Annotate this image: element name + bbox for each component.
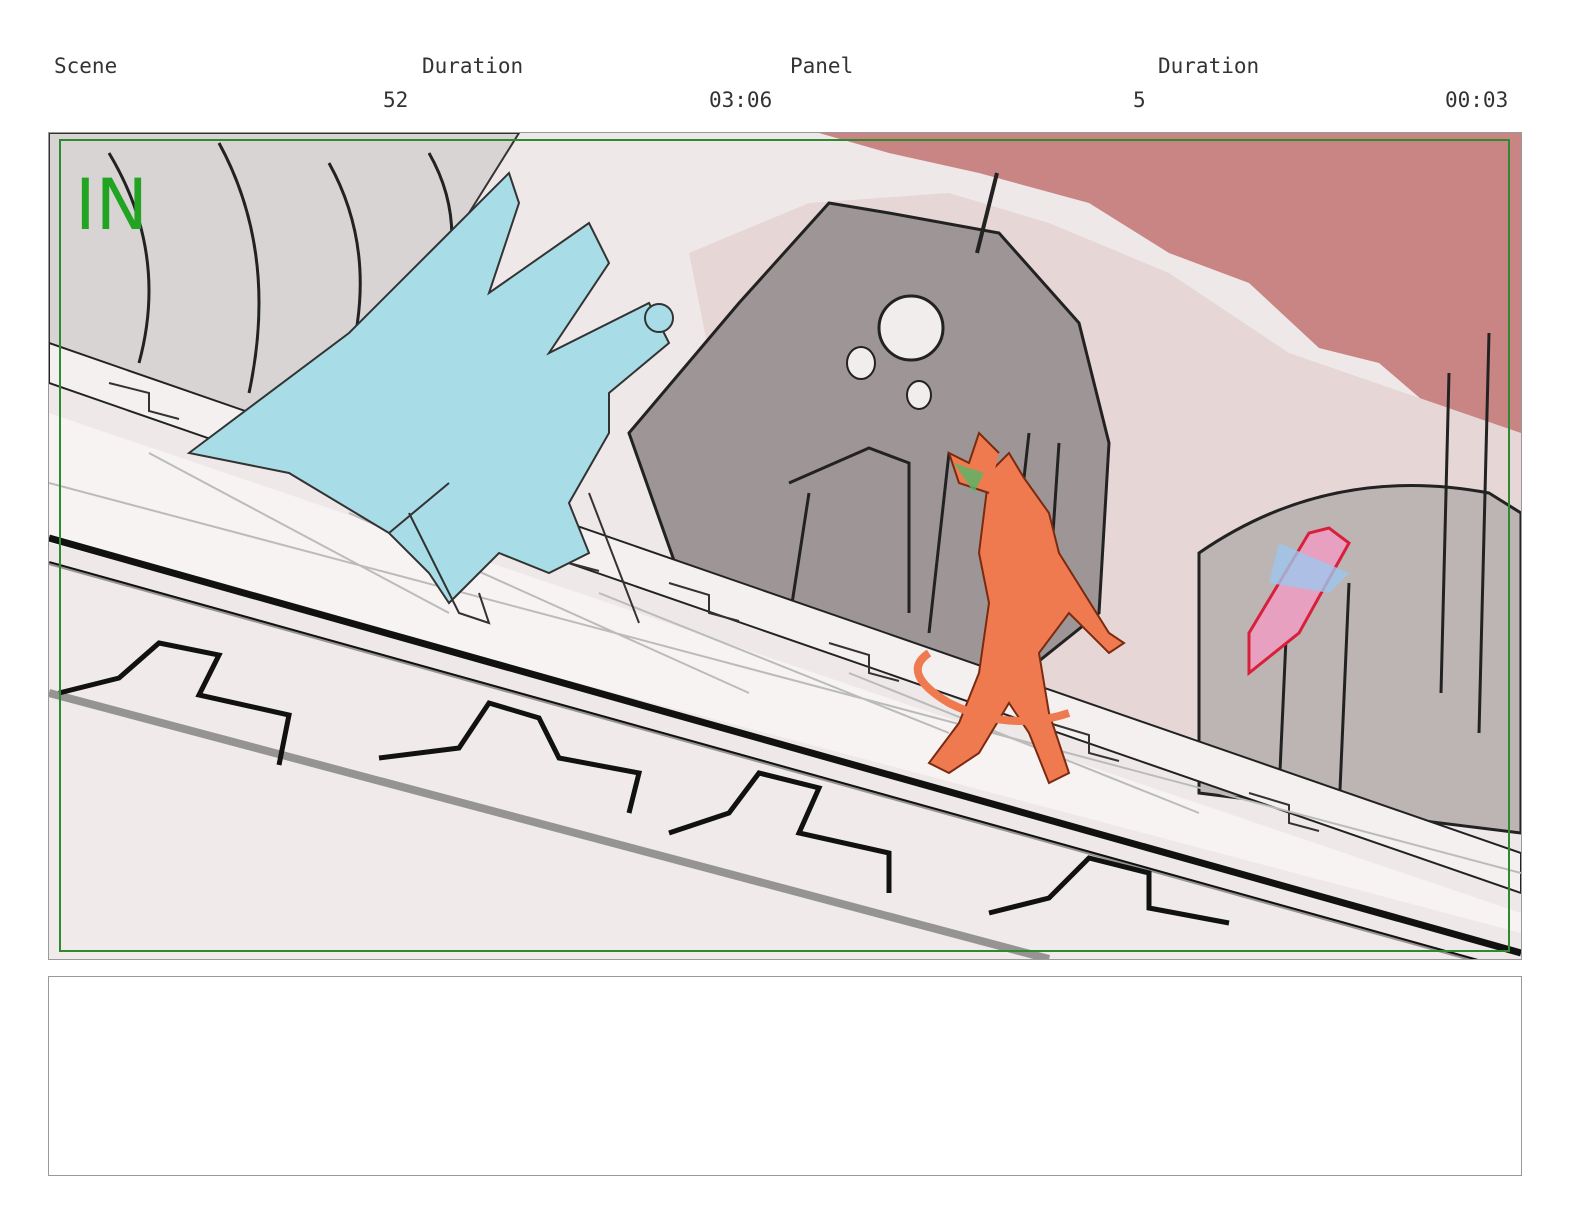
storyboard-panel: IN xyxy=(48,132,1522,960)
panel-duration-label: Duration xyxy=(1158,54,1260,78)
in-marker: IN xyxy=(75,164,148,246)
panel-drawing: IN xyxy=(49,133,1521,959)
rose-window xyxy=(877,294,945,362)
panel-duration-value: 00:03 xyxy=(1445,88,1509,112)
small-window xyxy=(846,346,876,380)
scene-number: 52 xyxy=(383,88,409,112)
scene-label: Scene xyxy=(54,54,118,78)
panel-number: 5 xyxy=(1133,88,1146,112)
small-window xyxy=(906,380,932,410)
panel-label: Panel xyxy=(790,54,854,78)
scene-duration-value: 03:06 xyxy=(709,88,773,112)
scene-duration-label: Duration xyxy=(422,54,524,78)
notes-box[interactable] xyxy=(48,976,1522,1176)
